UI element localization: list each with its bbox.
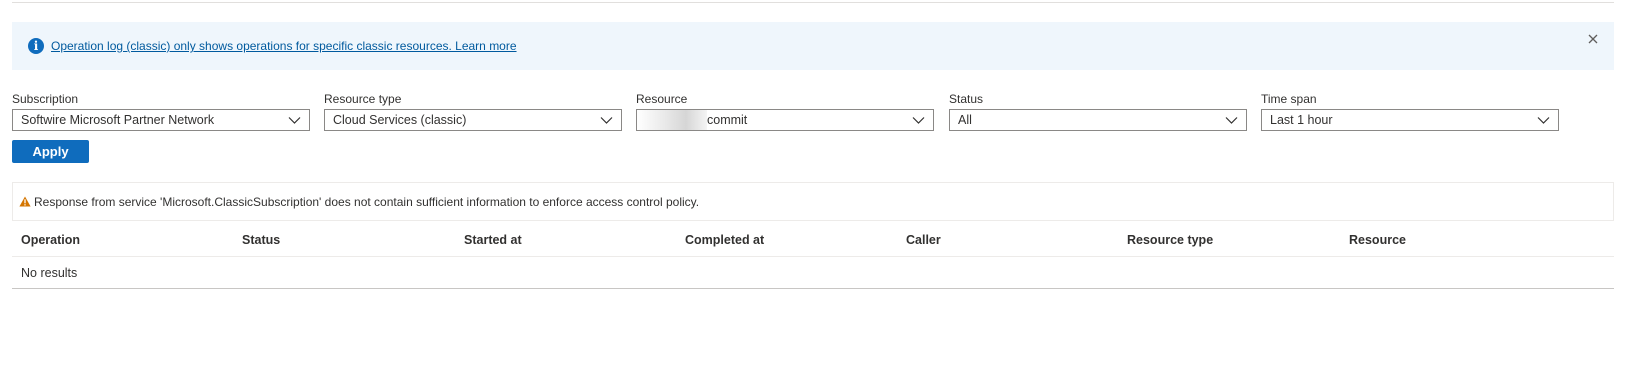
filter-label-time-span: Time span [1261, 92, 1317, 106]
operations-table: Operation Status Started at Completed at… [12, 222, 1614, 289]
filter-label-subscription: Subscription [12, 92, 79, 106]
apply-button[interactable]: Apply [12, 140, 89, 163]
resource-type-value: Cloud Services (classic) [333, 113, 467, 127]
column-header-caller[interactable]: Caller [906, 233, 941, 247]
warning-message: Response from service 'Microsoft.Classic… [12, 182, 1614, 221]
time-span-value: Last 1 hour [1270, 113, 1333, 127]
chevron-down-icon [600, 117, 613, 124]
resource-type-dropdown[interactable]: Cloud Services (classic) [324, 109, 622, 131]
chevron-down-icon [288, 117, 301, 124]
table-header: Operation Status Started at Completed at… [12, 222, 1614, 257]
info-icon: i [28, 38, 44, 54]
warning-text: Response from service 'Microsoft.Classic… [34, 195, 700, 209]
status-dropdown[interactable]: All [949, 109, 1247, 131]
resource-type-filter: Resource type Cloud Services (classic) [324, 92, 622, 131]
column-header-started-at[interactable]: Started at [464, 233, 522, 247]
no-results-text: No results [21, 266, 78, 280]
status-filter: Status All [949, 92, 1247, 131]
filter-label-resource: Resource [636, 92, 688, 106]
table-body: No results [12, 257, 1614, 289]
top-divider [12, 2, 1614, 3]
info-banner: i Operation log (classic) only shows ope… [12, 22, 1614, 70]
filter-label-status: Status [949, 92, 984, 106]
resource-dropdown[interactable]: commit [636, 109, 934, 131]
chevron-down-icon [912, 117, 925, 124]
column-header-status[interactable]: Status [242, 233, 280, 247]
redacted-text [637, 110, 707, 130]
column-header-resource[interactable]: Resource [1349, 233, 1406, 247]
column-header-completed-at[interactable]: Completed at [685, 233, 764, 247]
filter-label-resource-type: Resource type [324, 92, 402, 106]
subscription-value: Softwire Microsoft Partner Network [21, 113, 215, 127]
time-span-filter: Time span Last 1 hour [1261, 92, 1559, 131]
time-span-dropdown[interactable]: Last 1 hour [1261, 109, 1559, 131]
column-header-operation[interactable]: Operation [21, 233, 80, 247]
chevron-down-icon [1225, 117, 1238, 124]
column-header-resource-type[interactable]: Resource type [1127, 233, 1213, 247]
resource-value: commit [707, 113, 748, 127]
subscription-filter: Subscription Softwire Microsoft Partner … [12, 92, 310, 131]
resource-filter: Resource commit [636, 92, 934, 131]
chevron-down-icon [1537, 117, 1550, 124]
close-icon[interactable] [1586, 32, 1600, 46]
subscription-dropdown[interactable]: Softwire Microsoft Partner Network [12, 109, 310, 131]
status-value: All [958, 113, 972, 127]
warning-icon [19, 196, 31, 207]
banner-learn-more-link[interactable]: Operation log (classic) only shows opera… [51, 39, 517, 53]
